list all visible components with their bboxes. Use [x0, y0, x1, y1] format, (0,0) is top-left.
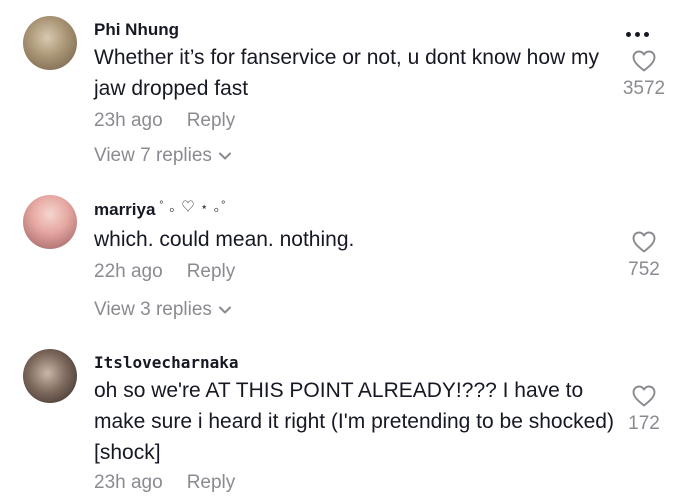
like-button[interactable]: 3572: [614, 50, 674, 100]
view-replies-label: View 7 replies: [94, 145, 212, 166]
comment-timestamp: 23h ago: [94, 472, 163, 493]
like-count: 172: [628, 413, 660, 434]
comment-username[interactable]: Itslovecharnaka: [94, 353, 239, 372]
avatar[interactable]: [23, 16, 77, 70]
chevron-down-icon: [218, 306, 231, 314]
comment-text: Whether it’s for fanservice or not, u do…: [94, 46, 600, 100]
view-replies-button[interactable]: View 7 replies: [94, 145, 232, 167]
more-options-icon[interactable]: [624, 24, 660, 40]
heart-outline-icon: [632, 50, 656, 72]
comment-meta: 22h ago Reply: [94, 261, 235, 283]
comment-text: which. could mean. nothing.: [94, 228, 355, 251]
username-decoration: ˚ ｡ ♡ ⋆ ｡˚: [159, 199, 227, 214]
avatar[interactable]: [23, 195, 77, 249]
reply-button[interactable]: Reply: [187, 261, 236, 282]
reply-button[interactable]: Reply: [187, 472, 236, 493]
chevron-down-icon: [218, 152, 231, 160]
heart-outline-icon: [632, 385, 656, 407]
like-button[interactable]: 752: [614, 231, 674, 281]
username-text: marriya: [94, 200, 156, 219]
like-button[interactable]: 172: [614, 385, 674, 435]
heart-outline-icon: [632, 231, 656, 253]
like-count: 752: [628, 259, 660, 280]
avatar[interactable]: [23, 349, 77, 403]
reply-button[interactable]: Reply: [187, 110, 236, 131]
comment-meta: 23h ago Reply: [94, 110, 235, 132]
comment-meta: 23h ago Reply: [94, 472, 235, 494]
view-replies-label: View 3 replies: [94, 299, 212, 320]
comment-username[interactable]: Phi Nhung: [94, 20, 179, 40]
comment-timestamp: 23h ago: [94, 110, 163, 131]
view-replies-button[interactable]: View 3 replies: [94, 299, 232, 321]
like-count: 3572: [622, 78, 666, 99]
comment-timestamp: 22h ago: [94, 261, 163, 282]
comment-username[interactable]: marriya ˚ ｡ ♡ ⋆ ｡˚: [94, 199, 227, 220]
comment-text: oh so we're AT THIS POINT ALREADY!??? I …: [94, 379, 614, 464]
